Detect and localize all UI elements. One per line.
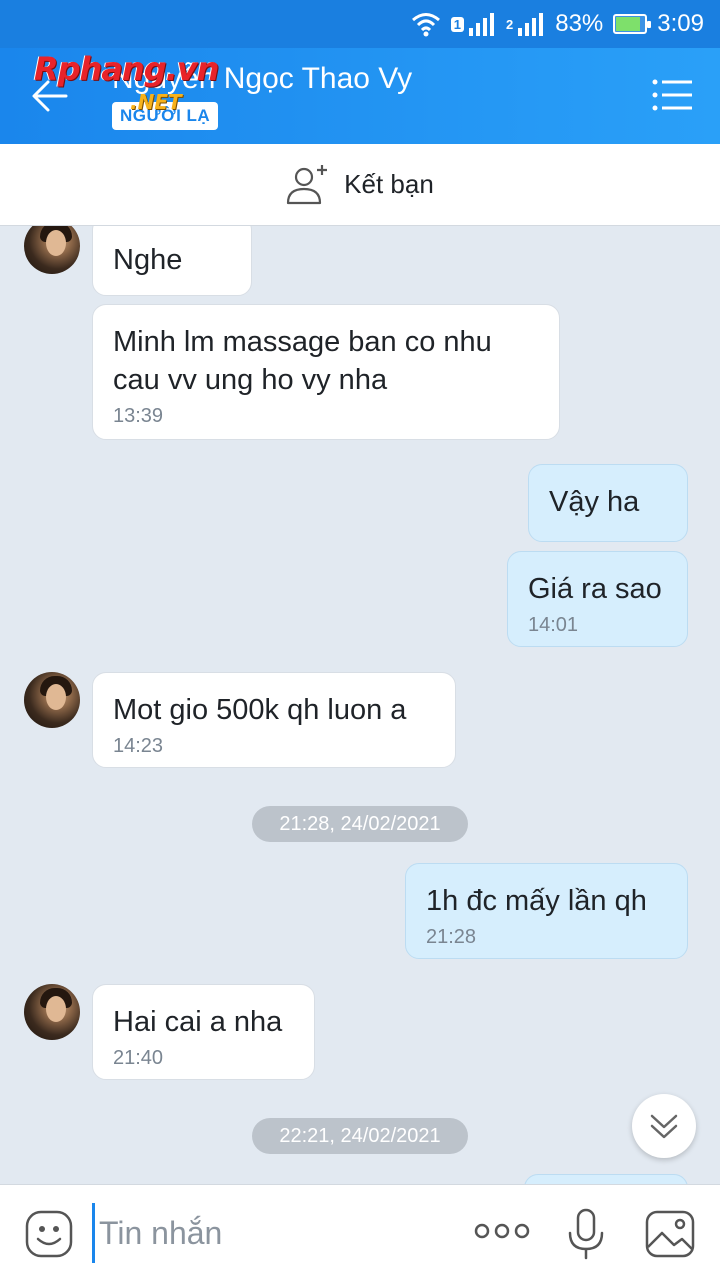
composer-bar [0,1184,720,1280]
add-friend-label: Kết bạn [344,169,434,199]
wifi-status [411,11,441,37]
contact-avatar[interactable] [24,672,80,728]
wifi-icon [411,13,440,37]
emoji-icon [25,1210,73,1258]
message-bubble-incoming[interactable]: Hai cai a nha 21:40 [92,984,315,1080]
double-chevron-down-icon [650,1114,678,1139]
message-time: 21:40 [113,1047,164,1069]
message-text: Hai cai a nha [113,1006,283,1038]
message-bubble-outgoing[interactable]: Giá ra sao 14:01 [507,551,688,647]
microphone-icon [568,1208,604,1260]
more-button[interactable] [474,1219,530,1248]
clock: 3:09 [657,10,704,37]
battery-percent: 83% [555,10,604,37]
menu-button[interactable] [652,78,692,114]
sim2-label: 2 [506,16,514,32]
date-separator: 22:21, 24/02/2021 [252,1118,468,1154]
add-user-icon [287,164,328,204]
message-bubble-incoming[interactable]: Nghe [92,226,252,296]
status-bar: 1 2 83% 3:09 [0,0,720,48]
image-icon [645,1210,695,1258]
scroll-to-bottom-button[interactable] [632,1094,696,1158]
message-text: Giá ra sao [528,573,662,605]
watermark-logo-sub: .NET [130,90,182,114]
add-friend-button[interactable]: Kết bạn [0,144,720,226]
message-bubble-incoming[interactable]: Mot gio 500k qh luon a 14:23 [92,672,456,768]
message-list[interactable]: Nghe Minh lm massage ban co nhu cau vv u… [0,226,720,1184]
message-time: 13:39 [113,405,164,427]
sim2-signal: 2 [506,12,545,36]
message-bubble-outgoing[interactable]: 1h đc mấy lần qh 21:28 [405,863,688,959]
chat-header: Nguyễn Ngọc Thao Vy NGƯỜI LẠ Rphang.vn .… [0,48,720,144]
message-time: 14:01 [528,614,579,636]
message-text: Mot gio 500k qh luon a [113,694,407,726]
contact-avatar[interactable] [24,226,80,274]
emoji-button[interactable] [24,1209,74,1264]
signal-icon [469,13,494,36]
list-menu-icon [652,79,692,111]
contact-avatar[interactable] [24,984,80,1040]
more-dots-icon [474,1223,530,1239]
voice-button[interactable] [566,1207,606,1266]
signal-icon [518,13,544,36]
sim1-signal: 1 [450,12,496,36]
message-time: 21:28 [426,926,477,948]
message-text: Nghe [113,244,183,276]
message-bubble-outgoing[interactable]: Vậy ha [528,464,688,542]
image-button[interactable] [644,1209,696,1264]
message-input[interactable] [92,1203,452,1263]
battery-icon [613,14,652,34]
message-text: Vậy ha [549,486,640,518]
sim1-label: 1 [450,16,464,32]
battery-level [616,17,640,31]
message-bubble-incoming[interactable]: Minh lm massage ban co nhu cau vv ung ho… [92,304,560,440]
message-text: Minh lm massage ban co nhu cau vv ung ho… [113,326,492,396]
message-text: 1h đc mấy lần qh [426,885,647,917]
watermark-logo: Rphang.vn [34,50,219,88]
message-bubble-outgoing[interactable] [524,1174,688,1184]
date-separator: 21:28, 24/02/2021 [252,806,468,842]
message-time: 14:23 [113,735,164,757]
